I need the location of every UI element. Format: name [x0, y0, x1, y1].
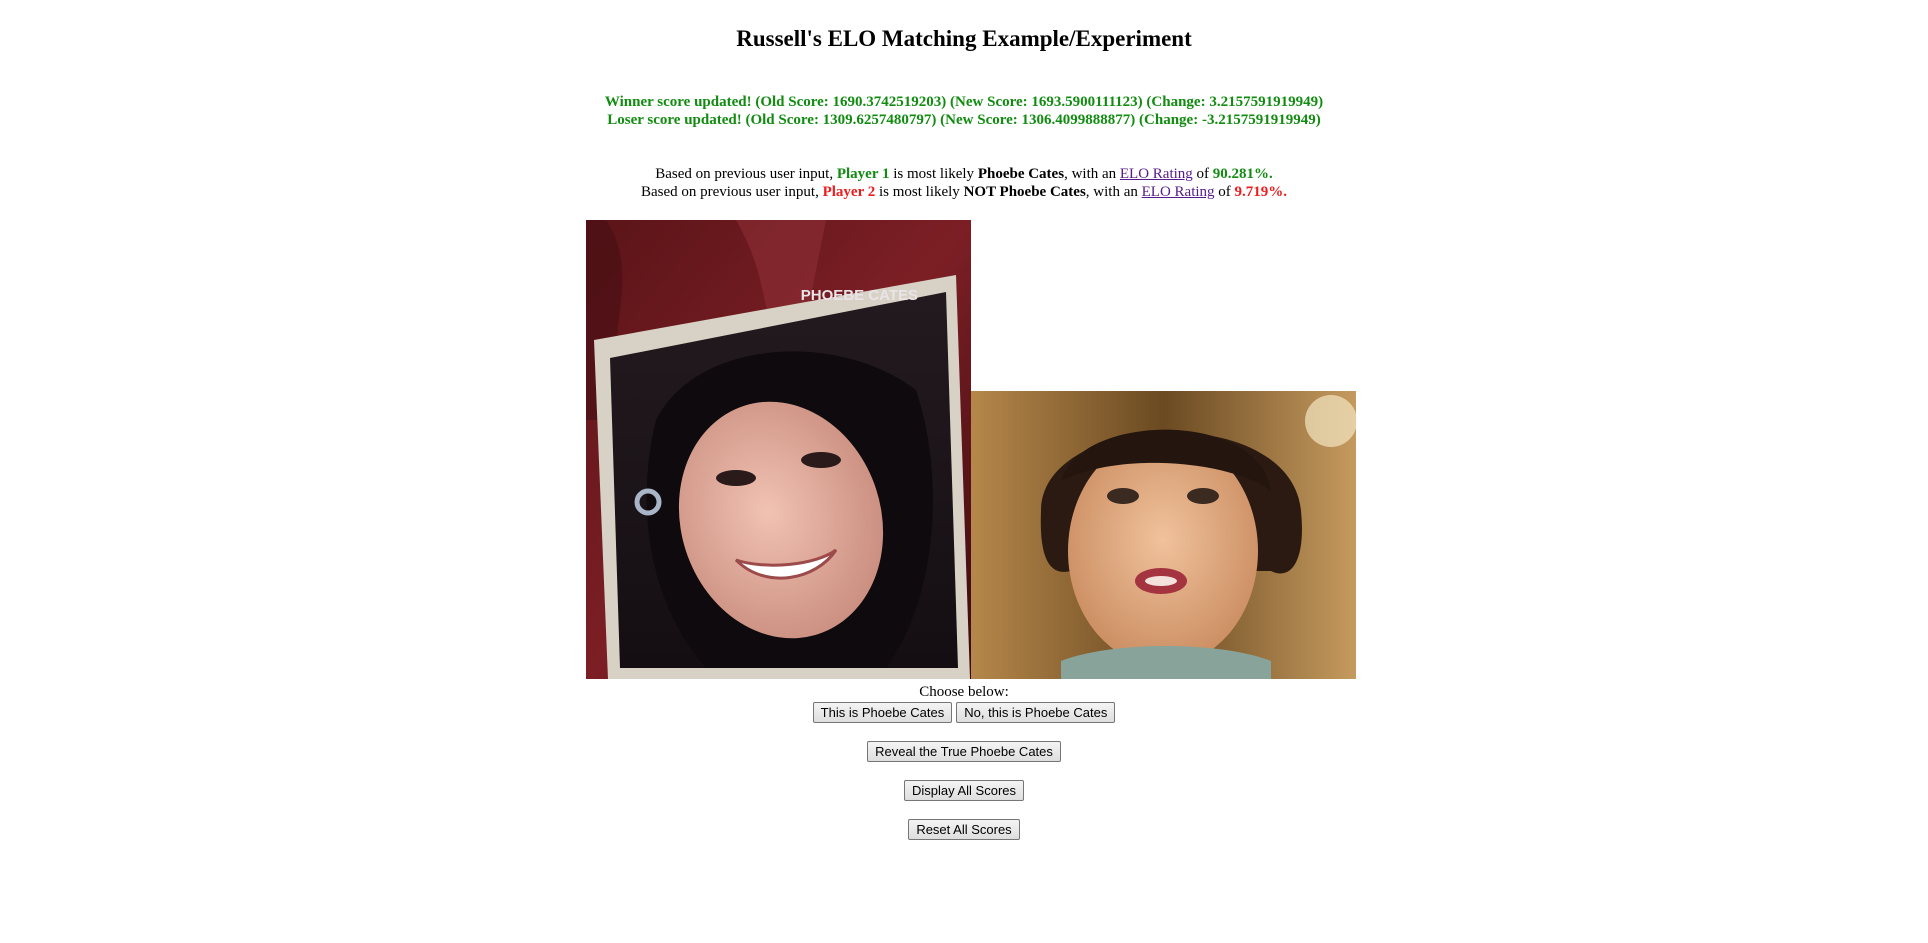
player2-target: NOT Phoebe Cates: [963, 184, 1086, 200]
prediction-of: of: [1214, 184, 1235, 200]
winner-score-line: Winner score updated! (Old Score: 1690.3…: [604, 94, 1324, 110]
prediction-prefix: Based on previous user input,: [655, 166, 837, 182]
choice-buttons: This is Phoebe Cates No, this is Phoebe …: [0, 702, 1928, 723]
reset-row: Reset All Scores: [0, 819, 1928, 840]
photo-caption: PHOEBE CATES: [801, 287, 918, 304]
reveal-row: Reveal the True Phoebe Cates: [0, 741, 1928, 762]
prediction-middle: is most likely: [875, 184, 964, 200]
no-this-is-target-button[interactable]: No, this is Phoebe Cates: [956, 702, 1116, 723]
display-row: Display All Scores: [0, 780, 1928, 801]
page: Russell's ELO Matching Example/Experimen…: [0, 0, 1928, 943]
prediction-suffix: , with an: [1064, 166, 1120, 182]
prediction-suffix: , with an: [1085, 184, 1142, 200]
prediction-prefix: Based on previous user input,: [640, 184, 823, 200]
page-title: Russell's ELO Matching Example/Experimen…: [736, 26, 1192, 51]
prediction-line-player2: Based on previous user input, Player 2 i…: [0, 183, 1928, 201]
prediction-block: Based on previous user input, Player 1 i…: [0, 165, 1928, 201]
prediction-of: of: [1192, 166, 1213, 182]
this-is-target-button[interactable]: This is Phoebe Cates: [812, 702, 953, 723]
choose-prompt: Choose below:: [919, 684, 1009, 700]
player1-label: Player 1: [836, 166, 890, 182]
player2-percent: 9.719%.: [1234, 184, 1288, 200]
reveal-true-button[interactable]: Reveal the True Phoebe Cates: [867, 741, 1061, 762]
player2-photo[interactable]: [971, 391, 1356, 679]
player1-percent: 90.281%.: [1212, 166, 1273, 182]
score-update-status: Winner score updated! (Old Score: 1690.3…: [0, 93, 1928, 129]
loser-score-line: Loser score updated! (Old Score: 1309.62…: [607, 112, 1321, 128]
elo-rating-link[interactable]: ELO Rating: [1142, 184, 1215, 200]
player2-photo-graphic: [971, 391, 1356, 679]
display-all-scores-button[interactable]: Display All Scores: [903, 780, 1025, 801]
player2-label: Player 2: [822, 184, 876, 200]
player1-target: Phoebe Cates: [977, 166, 1065, 182]
elo-rating-link[interactable]: ELO Rating: [1120, 166, 1193, 182]
prediction-line-player1: Based on previous user input, Player 1 i…: [0, 165, 1928, 183]
player1-photo[interactable]: PHOEBE CATES: [586, 220, 971, 679]
player1-photo-graphic: PHOEBE CATES: [586, 220, 971, 679]
prediction-middle: is most likely: [889, 166, 978, 182]
reset-all-scores-button[interactable]: Reset All Scores: [908, 819, 1020, 840]
